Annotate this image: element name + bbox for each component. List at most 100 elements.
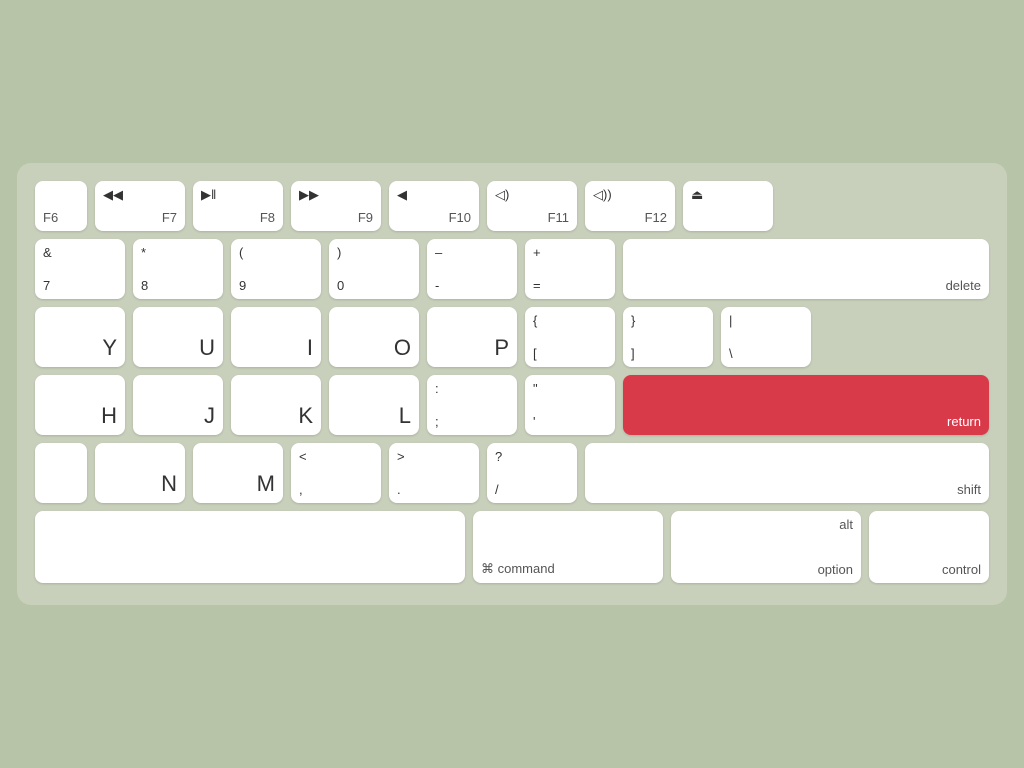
bracket-close: ] [631,346,635,361]
key-shift-right[interactable]: shift [585,443,989,503]
f7-label: F7 [162,210,177,225]
f8-label: F8 [260,210,275,225]
brace-close: } [631,313,635,328]
key-semicolon[interactable]: : ; [427,375,517,435]
doublequote-char: " [533,381,538,396]
key-equals[interactable]: + = [525,239,615,299]
key-0[interactable]: ) 0 [329,239,419,299]
delete-label: delete [946,278,981,293]
key-j[interactable]: J [133,375,223,435]
p-char: P [494,335,509,361]
key-f8[interactable]: ▶‖ F8 [193,181,283,231]
return-label: return [947,414,981,429]
key-7-top: & [43,245,52,260]
key-comma[interactable]: < , [291,443,381,503]
command-label: ⌘ command [481,561,555,577]
colon-char: : [435,381,439,396]
n-char: N [161,471,177,497]
key-f7[interactable]: ◀◀ F7 [95,181,185,231]
key-f6[interactable]: F6 [35,181,87,231]
key-m[interactable]: M [193,443,283,503]
pipe-char: | [729,313,732,328]
function-row: F6 ◀◀ F7 ▶‖ F8 ▶▶ F9 ◀ F10 ◁) F11 ◁)) F1… [35,181,989,231]
key-bracket-close[interactable]: } ] [623,307,713,367]
f9-label: F9 [358,210,373,225]
key-o[interactable]: O [329,307,419,367]
volumeup-icon: ◁)) [593,187,612,203]
alt-label: alt [839,517,853,532]
key-n[interactable]: N [95,443,185,503]
key-8[interactable]: * 8 [133,239,223,299]
shift-label: shift [957,482,981,497]
i-char: I [307,335,313,361]
f11-label: F11 [548,210,569,225]
key-quote[interactable]: " ' [525,375,615,435]
h-char: H [101,403,117,429]
key-period[interactable]: > . [389,443,479,503]
f12-label: F12 [645,210,667,225]
key-8-top: * [141,245,146,260]
period-char: . [397,482,401,497]
key-9-top: ( [239,245,243,260]
j-char: J [204,403,215,429]
gt-char: > [397,449,405,464]
key-i[interactable]: I [231,307,321,367]
comma-char: , [299,482,303,497]
backslash-char: \ [729,346,733,361]
key-h[interactable]: H [35,375,125,435]
rewind-icon: ◀◀ [103,187,123,203]
key-p[interactable]: P [427,307,517,367]
key-bracket-open[interactable]: { [ [525,307,615,367]
keyboard: F6 ◀◀ F7 ▶‖ F8 ▶▶ F9 ◀ F10 ◁) F11 ◁)) F1… [17,163,1007,605]
fastforward-icon: ▶▶ [299,187,319,203]
f6-label: F6 [43,210,58,225]
key-spacebar[interactable] [35,511,465,583]
m-char: M [257,471,275,497]
key-minus-bottom: - [435,278,439,293]
y-char: Y [102,335,117,361]
question-char: ? [495,449,502,464]
key-f11[interactable]: ◁) F11 [487,181,577,231]
key-8-bottom: 8 [141,278,148,293]
u-char: U [199,335,215,361]
key-shift-left[interactable] [35,443,87,503]
key-minus-top: – [435,245,442,260]
control-label: control [942,562,981,577]
key-f10[interactable]: ◀ F10 [389,181,479,231]
quote-char: ' [533,414,535,429]
key-return[interactable]: return [623,375,989,435]
key-minus[interactable]: – - [427,239,517,299]
slash-char: / [495,482,499,497]
key-l[interactable]: L [329,375,419,435]
brace-open: { [533,313,537,328]
key-equals-bottom: = [533,278,541,293]
key-0-bottom: 0 [337,278,344,293]
playpause-icon: ▶‖ [201,187,216,203]
key-backslash[interactable]: | \ [721,307,811,367]
mute-icon: ◀ [397,187,407,203]
key-k[interactable]: K [231,375,321,435]
eject-icon: ⏏ [691,187,703,203]
key-f9[interactable]: ▶▶ F9 [291,181,381,231]
key-delete[interactable]: delete [623,239,989,299]
key-eject[interactable]: ⏏ [683,181,773,231]
key-0-top: ) [337,245,341,260]
home-row: H J K L : ; " ' return [35,375,989,435]
lt-char: < [299,449,307,464]
f10-label: F10 [449,210,471,225]
l-char: L [399,403,411,429]
volumedown-icon: ◁) [495,187,509,203]
key-control[interactable]: control [869,511,989,583]
key-9[interactable]: ( 9 [231,239,321,299]
bottom-alpha-row: N M < , > . ? / shift [35,443,989,503]
key-equals-top: + [533,245,541,260]
key-command[interactable]: ⌘ command [473,511,663,583]
key-option[interactable]: alt option [671,511,861,583]
number-row: & 7 * 8 ( 9 ) 0 – - + = delete [35,239,989,299]
key-u[interactable]: U [133,307,223,367]
key-slash[interactable]: ? / [487,443,577,503]
semicolon-char: ; [435,414,439,429]
key-7[interactable]: & 7 [35,239,125,299]
key-y[interactable]: Y [35,307,125,367]
key-f12[interactable]: ◁)) F12 [585,181,675,231]
